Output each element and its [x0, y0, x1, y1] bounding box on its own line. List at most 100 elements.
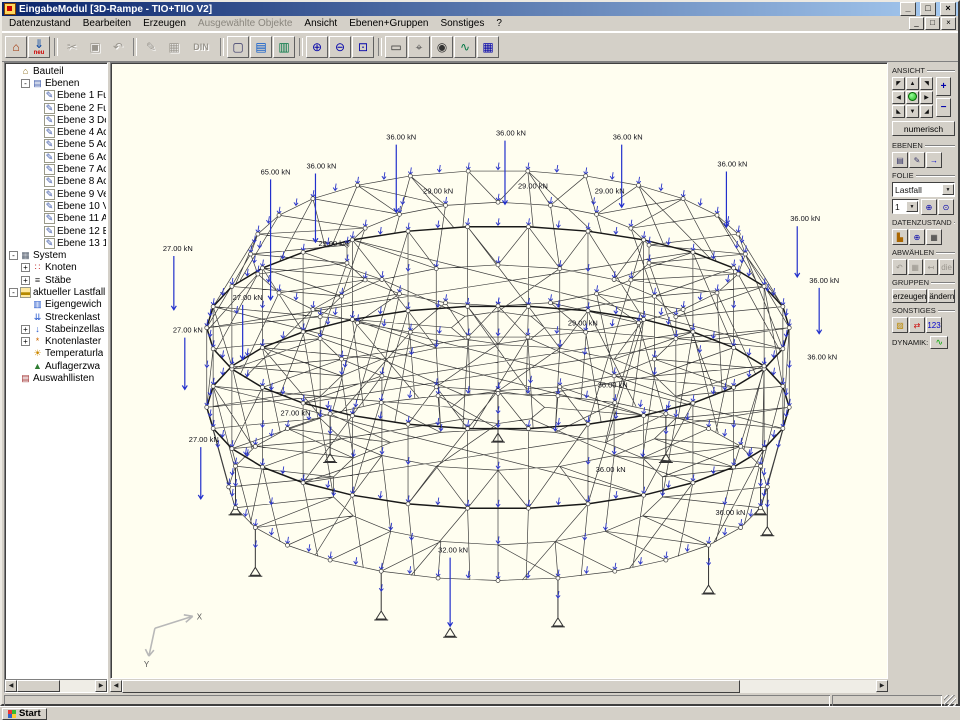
tree-expander[interactable]: + — [21, 263, 30, 272]
tree-auswahllisten[interactable]: ▤Auswahllisten — [7, 372, 106, 384]
zoom-out-icon[interactable]: ⊖ — [329, 36, 351, 58]
canvas-scroll-thumb[interactable] — [122, 680, 740, 693]
tree-bauteil[interactable]: ⌂Bauteil — [7, 65, 106, 77]
tree-hscrollbar[interactable]: ◀ ▶ — [5, 679, 107, 692]
ebenen-icon[interactable]: ▤ — [250, 36, 272, 58]
folie-number-select[interactable]: 1 ▼ — [892, 199, 919, 214]
zoom-in-button[interactable]: + — [936, 77, 951, 96]
canvas-scroll-left-button[interactable]: ◀ — [110, 680, 122, 692]
folie-suchen-button[interactable]: ⊙ — [938, 199, 954, 215]
lastfall-select[interactable]: Lastfall ▼ — [892, 182, 955, 197]
tree-knoten[interactable]: +∷Knoten — [7, 262, 106, 274]
dynamik-button[interactable]: ∿ — [930, 336, 948, 349]
menu-erzeugen[interactable]: Erzeugen — [137, 17, 192, 30]
tree-ebene-7[interactable]: ✎Ebene 7 Ac — [7, 163, 106, 175]
farben-button[interactable]: ▨ — [892, 317, 908, 333]
tree-system[interactable]: -▦System — [7, 249, 106, 261]
chevron-down-icon[interactable]: ▼ — [942, 184, 954, 195]
menu-ebenen-gruppen[interactable]: Ebenen+Gruppen — [343, 17, 434, 30]
close-button[interactable]: × — [940, 2, 956, 16]
canvas-hscrollbar[interactable]: ◀ ▶ — [110, 680, 888, 693]
chevron-down-icon[interactable]: ▼ — [906, 201, 918, 212]
diagramm-icon[interactable]: ∿ — [454, 36, 476, 58]
nummerierung-button[interactable]: 123 — [926, 317, 942, 333]
tree-knotenlasten[interactable]: +*Knotenlaster — [7, 336, 106, 348]
canvas-scroll-track[interactable] — [122, 680, 876, 693]
rotate-down-left-button[interactable]: ◣ — [892, 105, 905, 118]
tree-scroll-right-button[interactable]: ▶ — [95, 680, 107, 692]
rotate-up-right-button[interactable]: ◥ — [920, 77, 933, 90]
ebene-neu-button[interactable]: ▤ — [892, 152, 908, 168]
folie-zoom-button[interactable]: ⊕ — [921, 199, 937, 215]
tree-ebene-6[interactable]: ✎Ebene 6 Ach — [7, 151, 106, 163]
numerisch-button[interactable]: numerisch — [892, 121, 955, 136]
mdi-close-button[interactable]: × — [941, 17, 956, 30]
tree-scroll-left-button[interactable]: ◀ — [5, 680, 17, 692]
richtung-button[interactable]: ⇄ — [909, 317, 925, 333]
tree-ebene-12[interactable]: ✎Ebene 12 EG — [7, 225, 106, 237]
rotate-left-button[interactable]: ◀ — [892, 91, 905, 104]
notizbuch-icon[interactable]: ▥ — [273, 36, 295, 58]
datenzustand-rechnen-button[interactable]: ▦ — [926, 229, 942, 245]
gruppen-erzeugen-button[interactable]: erzeugen — [892, 289, 927, 303]
menu-bearbeiten[interactable]: Bearbeiten — [77, 17, 137, 30]
tree-ebene-3[interactable]: ✎Ebene 3 Dec — [7, 114, 106, 126]
tree-ebene-10[interactable]: ✎Ebene 10 Ve — [7, 200, 106, 212]
maximize-button[interactable]: □ — [920, 2, 936, 16]
tree-expander[interactable]: + — [21, 325, 30, 334]
title-bar[interactable]: EingabeModul [3D-Rampe - TIO+TIIO V2] _ … — [2, 2, 958, 16]
ebene-bearbeiten-button[interactable]: ✎ — [909, 152, 925, 168]
tree-ebenen[interactable]: -▤Ebenen — [7, 77, 106, 89]
zoom-in-icon[interactable]: ⊕ — [306, 36, 328, 58]
tree-stabeinzellast[interactable]: +↓Stabeinzellas — [7, 323, 106, 335]
tree-scroll-thumb[interactable] — [17, 680, 60, 692]
view-reset-button[interactable] — [906, 91, 919, 104]
tree-staebe[interactable]: +≡Stäbe — [7, 274, 106, 286]
neues-bauteil-icon[interactable]: ⌂ — [5, 36, 27, 58]
drawing-canvas[interactable]: 36.00 kN36.00 kN36.00 kN36.00 kN65.00 kN… — [110, 62, 888, 679]
tree-ebene-5[interactable]: ✎Ebene 5 Ach — [7, 139, 106, 151]
mdi-restore-button[interactable]: □ — [925, 17, 940, 30]
tree-ebene-13[interactable]: ✎Ebene 13 1O — [7, 237, 106, 249]
rotate-down-button[interactable]: ▼ — [906, 105, 919, 118]
maus-icon[interactable]: ⌖ — [408, 36, 430, 58]
tree-lastfall[interactable]: -▬aktueller Lastfall — [7, 286, 106, 298]
tree-ebene-2[interactable]: ✎Ebene 2 Fug — [7, 102, 106, 114]
tree-expander[interactable]: - — [9, 251, 18, 260]
rotate-up-left-button[interactable]: ◤ — [892, 77, 905, 90]
rotate-right-button[interactable]: ▶ — [920, 91, 933, 104]
kamera-icon[interactable]: ◉ — [431, 36, 453, 58]
tree-streckenlast[interactable]: ⇊Streckenlast — [7, 311, 106, 323]
minimize-button[interactable]: _ — [900, 2, 916, 16]
tree-ebene-1[interactable]: ✎Ebene 1 Fun — [7, 90, 106, 102]
start-button[interactable]: Start — [2, 708, 47, 720]
mdi-minimize-button[interactable]: _ — [909, 17, 924, 30]
gruppen-aendern-button[interactable]: ändern — [928, 289, 955, 303]
zoom-fenster-icon[interactable]: ⊡ — [352, 36, 374, 58]
menu-sonstiges[interactable]: Sonstiges — [434, 17, 490, 30]
neu-laden-icon[interactable]: ⇓neu — [28, 36, 50, 58]
menu-ansicht[interactable]: Ansicht — [298, 17, 343, 30]
tree-temperaturlast[interactable]: ☀Temperaturla — [7, 348, 106, 360]
tree-expander[interactable]: - — [9, 288, 18, 297]
zoom-out-button[interactable]: − — [936, 98, 951, 117]
ebene-wechseln-button[interactable]: → — [926, 152, 942, 168]
menu-datenzustand[interactable]: Datenzustand — [3, 17, 77, 30]
rotate-up-button[interactable]: ▲ — [906, 77, 919, 90]
gebaeude-icon[interactable]: ▦ — [477, 36, 499, 58]
fenster-icon[interactable]: ▢ — [227, 36, 249, 58]
datenzustand-pruefen-button[interactable]: ⊕ — [909, 229, 925, 245]
tree-expander[interactable]: - — [21, 79, 30, 88]
tree-auflagerzwang[interactable]: ▲Auflagerzwa — [7, 360, 106, 372]
drucken-icon[interactable]: ▭ — [385, 36, 407, 58]
tree-eigengewicht[interactable]: ▥Eigengewich — [7, 299, 106, 311]
canvas-scroll-right-button[interactable]: ▶ — [876, 680, 888, 692]
tree-ebene-11[interactable]: ✎Ebene 11 Aus — [7, 213, 106, 225]
tree-expander[interactable]: + — [21, 337, 30, 346]
datenzustand-sichern-button[interactable]: ▙ — [892, 229, 908, 245]
tree-ebene-4[interactable]: ✎Ebene 4 Ach — [7, 126, 106, 138]
tree-expander[interactable]: + — [21, 276, 30, 285]
tree-scroll-track[interactable] — [17, 680, 95, 692]
menu-hilfe[interactable]: ? — [490, 17, 508, 30]
tree-ebene-9[interactable]: ✎Ebene 9 Ve — [7, 188, 106, 200]
